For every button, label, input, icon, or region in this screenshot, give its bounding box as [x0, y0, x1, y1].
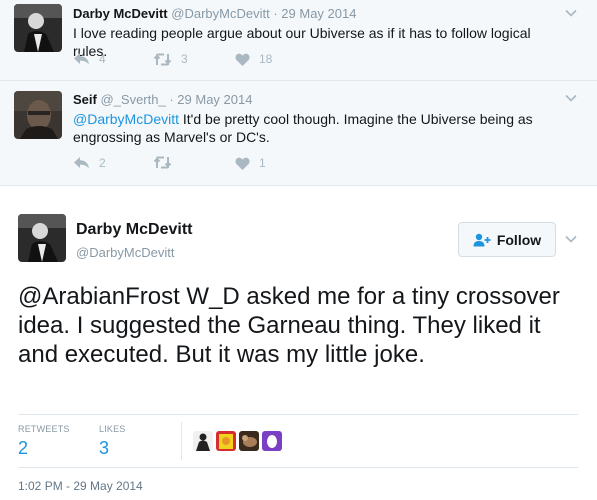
reply-action[interactable]: 2	[73, 156, 106, 170]
avatar[interactable]	[216, 431, 236, 451]
avatar[interactable]	[14, 4, 62, 52]
avatar[interactable]	[18, 214, 66, 262]
likes-label: LIKES	[99, 424, 126, 434]
avatar[interactable]	[14, 91, 62, 139]
avatar[interactable]	[193, 431, 213, 451]
author-name[interactable]: Seif	[73, 92, 97, 107]
separator-dot: ·	[273, 6, 278, 21]
retweets-stat[interactable]: RETWEETS 2	[18, 424, 70, 459]
retweets-label: RETWEETS	[18, 424, 70, 434]
tweet-text: @ArabianFrost W_D asked me for a tiny cr…	[18, 283, 560, 368]
mention-link[interactable]: @DarbyMcDevitt	[73, 111, 179, 127]
reply-content: Darby McDevitt @DarbyMcDevitt · 29 May 2…	[73, 5, 557, 60]
add-user-icon	[473, 233, 491, 246]
liker-avatars	[193, 431, 282, 451]
avatar[interactable]	[239, 431, 259, 451]
reply-header: Seif @_Sverth_ · 29 May 2014	[73, 91, 557, 108]
tweet-timestamp[interactable]: 1:02 PM - 29 May 2014	[18, 479, 143, 493]
reply-icon	[74, 53, 89, 65]
author-handle[interactable]: @_Sverth_	[100, 92, 165, 107]
tweet-date[interactable]: 29 May 2014	[177, 92, 252, 107]
like-count: 18	[259, 52, 273, 66]
heart-icon	[235, 157, 250, 170]
divider	[18, 467, 578, 468]
follow-label: Follow	[496, 231, 542, 248]
divider	[18, 414, 578, 415]
chevron-down-icon[interactable]	[565, 7, 577, 19]
like-action[interactable]: 1	[235, 156, 266, 170]
separator-dot: ·	[169, 92, 174, 107]
reply-count: 4	[99, 52, 106, 66]
like-action[interactable]: 18	[235, 52, 272, 66]
chevron-down-icon[interactable]	[565, 92, 577, 104]
author-handle[interactable]: @DarbyMcDevitt	[171, 6, 269, 21]
author-name[interactable]: Darby McDevitt	[76, 221, 192, 239]
divider	[181, 422, 182, 460]
follow-button[interactable]: Follow	[458, 222, 556, 257]
avatar[interactable]	[262, 431, 282, 451]
reply-action[interactable]: 4	[73, 52, 106, 66]
chevron-down-icon[interactable]	[565, 233, 577, 245]
tweet-text: I love reading people argue about our Ub…	[73, 25, 531, 59]
retweet-action[interactable]	[153, 156, 181, 169]
tweet-date[interactable]: 29 May 2014	[281, 6, 356, 21]
reply-tweet-1[interactable]: Darby McDevitt @DarbyMcDevitt · 29 May 2…	[0, 0, 597, 81]
author-handle[interactable]: @DarbyMcDevitt	[76, 245, 174, 260]
tweet-text: @DarbyMcDevitt It'd be pretty cool thoug…	[73, 110, 557, 146]
retweet-count: 3	[181, 52, 188, 66]
reply-icon	[74, 157, 89, 169]
reply-content: Seif @_Sverth_ · 29 May 2014 @DarbyMcDev…	[73, 91, 557, 146]
retweet-icon	[153, 53, 172, 65]
reply-tweet-2[interactable]: Seif @_Sverth_ · 29 May 2014 @DarbyMcDev…	[0, 81, 597, 186]
retweets-value: 2	[18, 438, 29, 458]
like-count: 1	[259, 156, 266, 170]
author-name[interactable]: Darby McDevitt	[73, 6, 168, 21]
retweet-action[interactable]: 3	[153, 52, 188, 66]
retweet-icon	[153, 156, 172, 169]
likes-stat[interactable]: LIKES 3	[99, 424, 126, 459]
reply-header: Darby McDevitt @DarbyMcDevitt · 29 May 2…	[73, 5, 557, 22]
likes-value: 3	[99, 438, 110, 458]
heart-icon	[235, 53, 250, 66]
reply-count: 2	[99, 156, 106, 170]
